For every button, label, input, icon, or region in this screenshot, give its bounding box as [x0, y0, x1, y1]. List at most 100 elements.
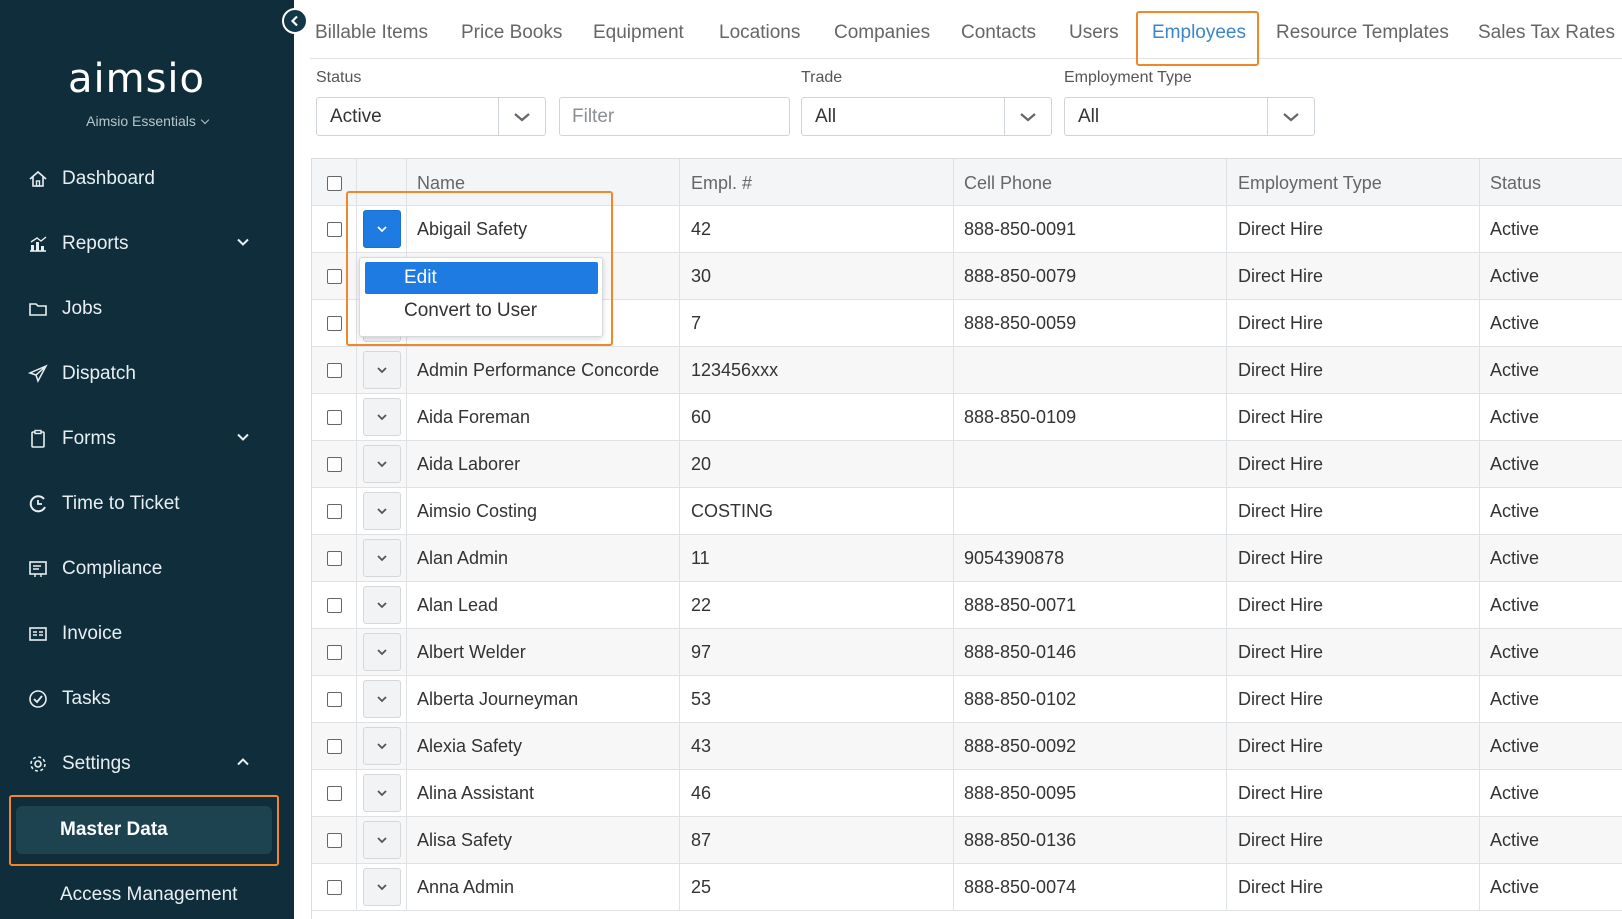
row-action-button[interactable]	[362, 868, 401, 906]
row-action-button[interactable]	[362, 586, 401, 624]
tab-contacts[interactable]: Contacts	[961, 22, 1036, 44]
row-checkbox[interactable]	[326, 738, 342, 754]
tab-equipment[interactable]: Equipment	[593, 22, 684, 44]
row-checkbox[interactable]	[326, 691, 342, 707]
cell-status: Active	[1490, 406, 1540, 427]
table-row[interactable]: Alan Admin 11 9054390878 Direct Hire Active	[312, 535, 1622, 582]
row-checkbox[interactable]	[326, 221, 342, 237]
master-data-tabs: Billable Items Price Books Equipment Loc…	[310, 0, 1622, 59]
row-action-button[interactable]	[362, 398, 401, 436]
tab-companies[interactable]: Companies	[834, 22, 930, 44]
nav-invoice[interactable]: Invoice	[0, 612, 294, 656]
nav-tasks[interactable]: Tasks	[0, 677, 294, 721]
table-row[interactable]: Anna Admin 25 888-850-0074 Direct Hire Activ…	[312, 864, 1622, 911]
cell-name: Alan Lead	[407, 582, 680, 628]
nav-time-to-ticket[interactable]: Time to Ticket	[0, 482, 294, 526]
table-row[interactable]: Aida Laborer 20 Direct Hire Active	[312, 441, 1622, 488]
row-checkbox[interactable]	[326, 362, 342, 378]
column-header-empl[interactable]: Empl. #	[680, 159, 954, 205]
table-row[interactable]: Alberta Journeyman 53 888-850-0102 Direct H…	[312, 676, 1622, 723]
row-checkbox[interactable]	[326, 409, 342, 425]
select-all-checkbox[interactable]	[326, 175, 342, 191]
table-row[interactable]: Albert Welder 97 888-850-0146 Direct Hire Ac…	[312, 629, 1622, 676]
row-checkbox[interactable]	[326, 268, 342, 284]
cell-empl: 7	[680, 300, 954, 346]
table-row[interactable]: Aimsio Costing COSTING Direct Hire Active	[312, 488, 1622, 535]
nav-access-management[interactable]: Access Management	[16, 871, 272, 919]
row-action-button[interactable]	[362, 492, 401, 530]
row-checkbox[interactable]	[326, 785, 342, 801]
time-ticket-icon	[27, 493, 49, 515]
cell-name: Alisa Safety	[407, 817, 680, 863]
status-select[interactable]: Active	[316, 97, 546, 136]
cell-cell-phone: 888-850-0109	[954, 394, 1227, 440]
menu-item-edit[interactable]: Edit	[365, 262, 598, 294]
table-row[interactable]: Aida Foreman 60 888-850-0109 Direct Hire Act…	[312, 394, 1622, 441]
row-action-button[interactable]	[362, 633, 401, 671]
column-header-status[interactable]: Status	[1480, 159, 1622, 205]
table-row[interactable]: Abigail Safety 42 888-850-0091 Direct Hire A…	[312, 206, 1622, 253]
row-action-button[interactable]	[362, 445, 401, 483]
nav-dashboard[interactable]: Dashboard	[0, 157, 294, 201]
row-action-button[interactable]	[362, 727, 401, 765]
cell-cell-phone: 9054390878	[954, 535, 1227, 581]
row-checkbox[interactable]	[326, 315, 342, 331]
chevron-down-icon[interactable]	[1004, 98, 1051, 135]
row-checkbox[interactable]	[326, 456, 342, 472]
column-header-cell-phone[interactable]: Cell Phone	[954, 159, 1227, 205]
table-row[interactable]: Alina Assistant 46 888-850-0095 Direct Hire…	[312, 770, 1622, 817]
row-checkbox[interactable]	[326, 550, 342, 566]
row-checkbox[interactable]	[326, 503, 342, 519]
nav-label: Invoice	[62, 623, 123, 644]
tab-users[interactable]: Users	[1069, 22, 1119, 44]
chevron-down-icon[interactable]	[498, 98, 545, 135]
tab-sales-tax-rates[interactable]: Sales Tax Rates	[1478, 22, 1615, 44]
row-action-button[interactable]	[362, 210, 401, 248]
nav-forms[interactable]: Forms	[0, 417, 294, 461]
nav-reports[interactable]: Reports	[0, 222, 294, 266]
cell-employment-type: Direct Hire	[1227, 723, 1480, 769]
filter-input[interactable]	[559, 97, 790, 136]
column-header-employment-type[interactable]: Employment Type	[1227, 159, 1480, 205]
tab-resource-templates[interactable]: Resource Templates	[1276, 22, 1449, 44]
chevron-down-icon[interactable]	[237, 236, 249, 248]
collapse-sidebar-button[interactable]	[282, 8, 308, 34]
cell-name: Admin Performance Concorde	[407, 347, 680, 393]
chevron-down-icon[interactable]	[1267, 98, 1314, 135]
row-action-button[interactable]	[362, 351, 401, 389]
nav-dispatch[interactable]: Dispatch	[0, 352, 294, 396]
cell-employment-type: Direct Hire	[1227, 770, 1480, 816]
table-row[interactable]: Alan Lead 22 888-850-0071 Direct Hire Active	[312, 582, 1622, 629]
nav-master-data[interactable]: Master Data	[16, 806, 272, 854]
chevron-down-icon	[376, 461, 387, 468]
row-select-cell	[312, 394, 357, 440]
tab-price-books[interactable]: Price Books	[461, 22, 562, 44]
cell-employment-type: Direct Hire	[1227, 488, 1480, 534]
row-checkbox[interactable]	[326, 597, 342, 613]
row-action-button[interactable]	[362, 539, 401, 577]
table-row[interactable]: Alexia Safety 43 888-850-0092 Direct Hire Ac…	[312, 723, 1622, 770]
chevron-down-icon[interactable]	[237, 431, 249, 443]
cell-empl: 97	[680, 629, 954, 675]
row-checkbox[interactable]	[326, 879, 342, 895]
nav-jobs[interactable]: Jobs	[0, 287, 294, 331]
employment-type-select[interactable]: All	[1064, 97, 1315, 136]
table-row[interactable]: Alisa Safety 87 888-850-0136 Direct Hire Act…	[312, 817, 1622, 864]
table-row[interactable]: Admin Performance Concorde 123456xxx Direc…	[312, 347, 1622, 394]
tab-billable-items[interactable]: Billable Items	[315, 22, 428, 44]
row-action-button[interactable]	[362, 680, 401, 718]
row-checkbox[interactable]	[326, 832, 342, 848]
column-header-name[interactable]: Name	[407, 159, 680, 205]
menu-item-convert-to-user[interactable]: Convert to User	[365, 295, 598, 327]
org-selector[interactable]: Aimsio Essentials	[0, 113, 294, 129]
row-action-button[interactable]	[362, 774, 401, 812]
nav-settings[interactable]: Settings	[0, 742, 294, 786]
row-action-button[interactable]	[362, 821, 401, 859]
cell-empl: 25	[680, 864, 954, 910]
row-checkbox[interactable]	[326, 644, 342, 660]
nav-compliance[interactable]: Compliance	[0, 547, 294, 591]
trade-select[interactable]: All	[801, 97, 1052, 136]
cell-empl: 30	[680, 253, 954, 299]
chevron-up-icon[interactable]	[237, 756, 249, 768]
tab-locations[interactable]: Locations	[719, 22, 800, 44]
